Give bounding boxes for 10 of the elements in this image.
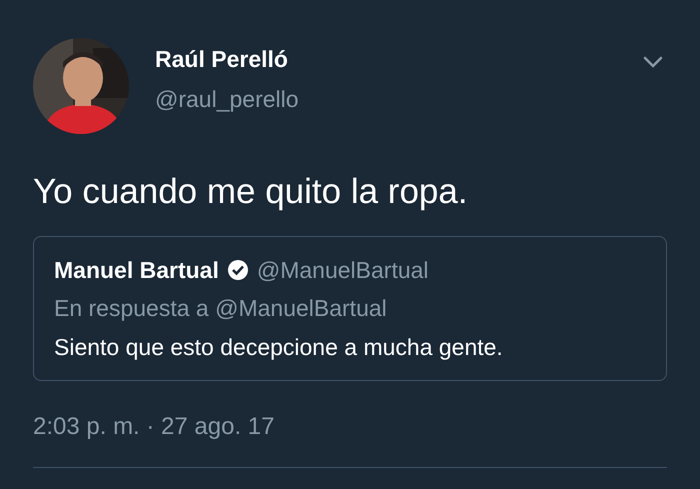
chevron-down-icon[interactable] [643, 56, 663, 68]
quoted-tweet[interactable]: Manuel Bartual @ManuelBartual En respuesta a @ManuelBartual Siento que esto decepcione a mucha gente. [33, 236, 667, 382]
quoted-author-name: Manuel Bartual [54, 256, 219, 285]
tweet-timestamp: 2:03 p. m. · 27 ago. 17 [33, 412, 276, 442]
author-name[interactable]: Raúl Perelló [155, 42, 299, 76]
reply-context: En respuesta a @ManuelBartual [54, 294, 388, 324]
quoted-author-handle: @ManuelBartual [256, 256, 429, 285]
quoted-text: Siento que esto decepcione a mucha gente. [54, 332, 504, 362]
author-handle[interactable]: @raul_perello [155, 82, 299, 116]
tweet-text: Yo cuando me quito la ropa. [33, 171, 469, 213]
